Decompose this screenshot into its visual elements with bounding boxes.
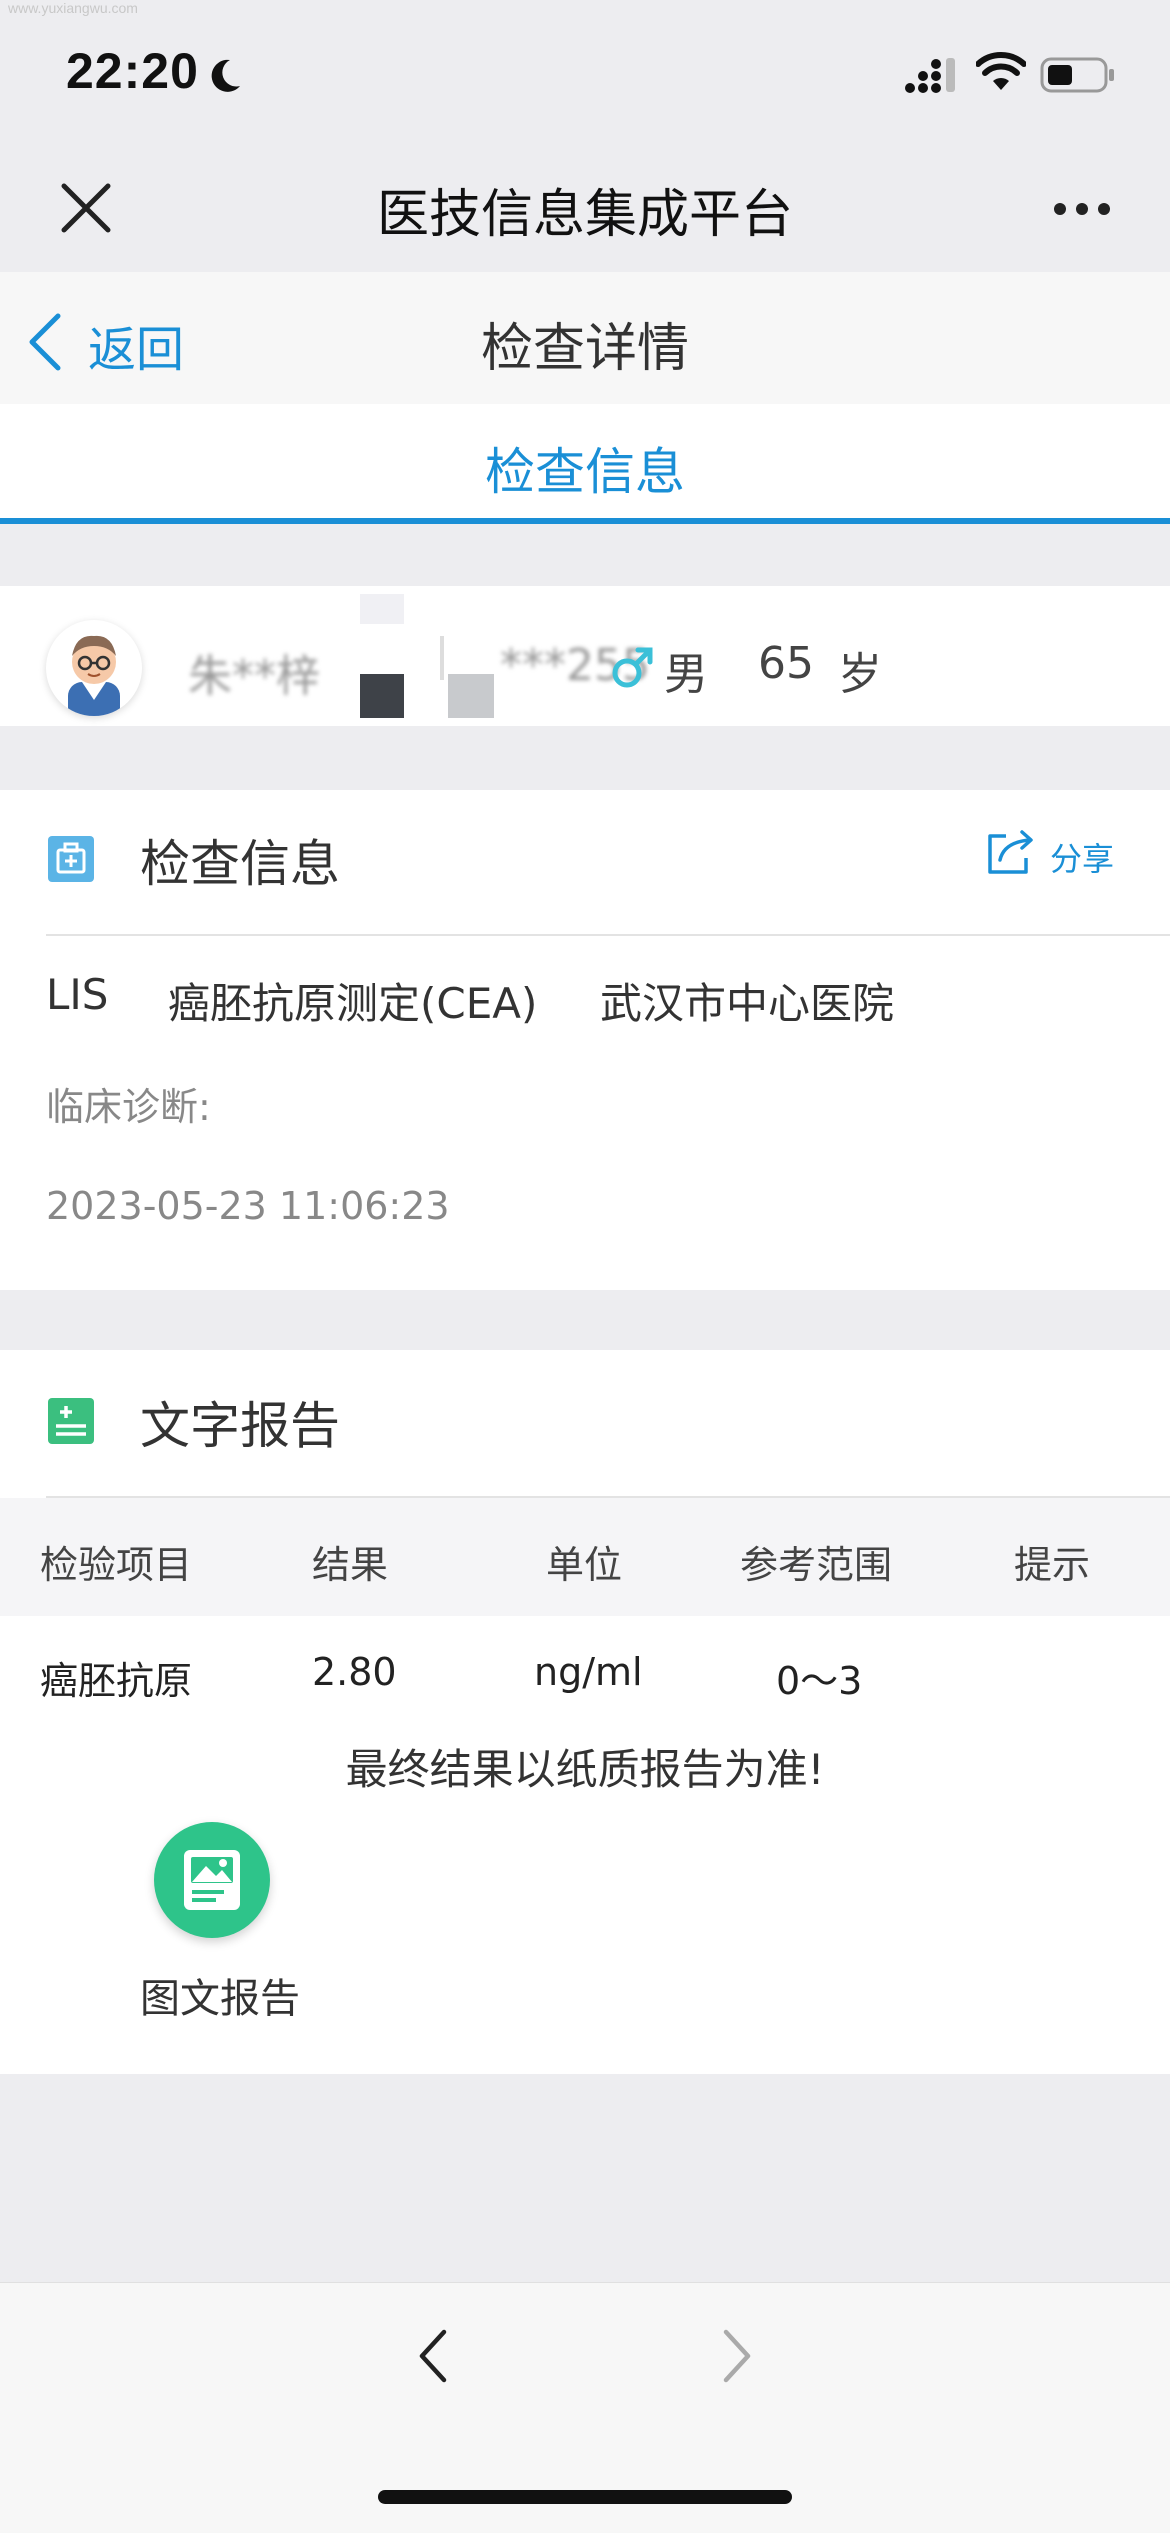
exam-info-title: 检查信息 — [140, 835, 340, 893]
image-report-icon — [184, 1850, 240, 1910]
column-header: 参考范围 — [740, 1543, 893, 1587]
cell-result: 2.80 — [312, 1650, 397, 1694]
share-icon[interactable] — [984, 828, 1036, 876]
medical-kit-icon — [48, 836, 94, 882]
app-title: 医技信息集成平台 — [376, 185, 793, 245]
redaction-block — [440, 636, 444, 680]
age-unit: 岁 — [838, 649, 882, 700]
column-header: 结果 — [312, 1543, 389, 1587]
clinical-diagnosis-label: 临床诊断: — [46, 1085, 211, 1129]
watermark: www.yuxiangwu.com — [8, 0, 138, 16]
column-header: 单位 — [546, 1543, 623, 1587]
status-time: 22:20 — [66, 43, 199, 99]
patient-age: 65 — [758, 638, 814, 689]
more-options-icon[interactable] — [1054, 200, 1120, 219]
nav-forward-icon[interactable] — [716, 2326, 756, 2386]
tab-underline — [0, 518, 1170, 524]
image-report-button[interactable] — [154, 1822, 270, 1938]
male-icon — [612, 647, 653, 688]
exam-test-name: 癌胚抗原测定(CEA) — [168, 979, 538, 1028]
redaction-block — [360, 594, 404, 624]
report-notice: 最终结果以纸质报告为准! — [345, 1745, 825, 1794]
tab-exam-info[interactable]: 检查信息 — [0, 432, 1170, 504]
column-header: 提示 — [1014, 1543, 1091, 1587]
patient-name: 朱**梓 — [188, 651, 320, 702]
avatar — [46, 620, 142, 716]
page-title: 检查详情 — [480, 319, 689, 379]
wifi-icon — [976, 52, 1026, 90]
divider — [46, 934, 1170, 936]
cellular-signal-icon — [905, 58, 955, 93]
image-report-label[interactable]: 图文报告 — [140, 1966, 300, 2024]
column-header: 检验项目 — [40, 1543, 193, 1587]
redaction-block — [360, 674, 404, 718]
cell-range: 0～3 — [776, 1659, 863, 1703]
nav-back-icon[interactable] — [414, 2326, 454, 2386]
cell-unit: ng/ml — [534, 1650, 643, 1694]
report-list-icon — [48, 1398, 94, 1444]
doctor-avatar-icon — [68, 635, 120, 716]
exam-system: LIS — [46, 970, 109, 1019]
patient-gender: 男 — [664, 649, 708, 700]
share-button[interactable]: 分享 — [1050, 834, 1114, 880]
text-report-title: 文字报告 — [140, 1397, 340, 1455]
exam-datetime: 2023-05-23 11:06:23 — [46, 1184, 450, 1228]
redaction-block — [448, 674, 494, 718]
battery-icon — [1040, 57, 1114, 93]
moon-icon — [211, 59, 240, 92]
cell-item: 癌胚抗原 — [40, 1659, 193, 1703]
exam-hospital: 武汉市中心医院 — [600, 979, 895, 1028]
home-indicator[interactable] — [378, 2490, 792, 2504]
